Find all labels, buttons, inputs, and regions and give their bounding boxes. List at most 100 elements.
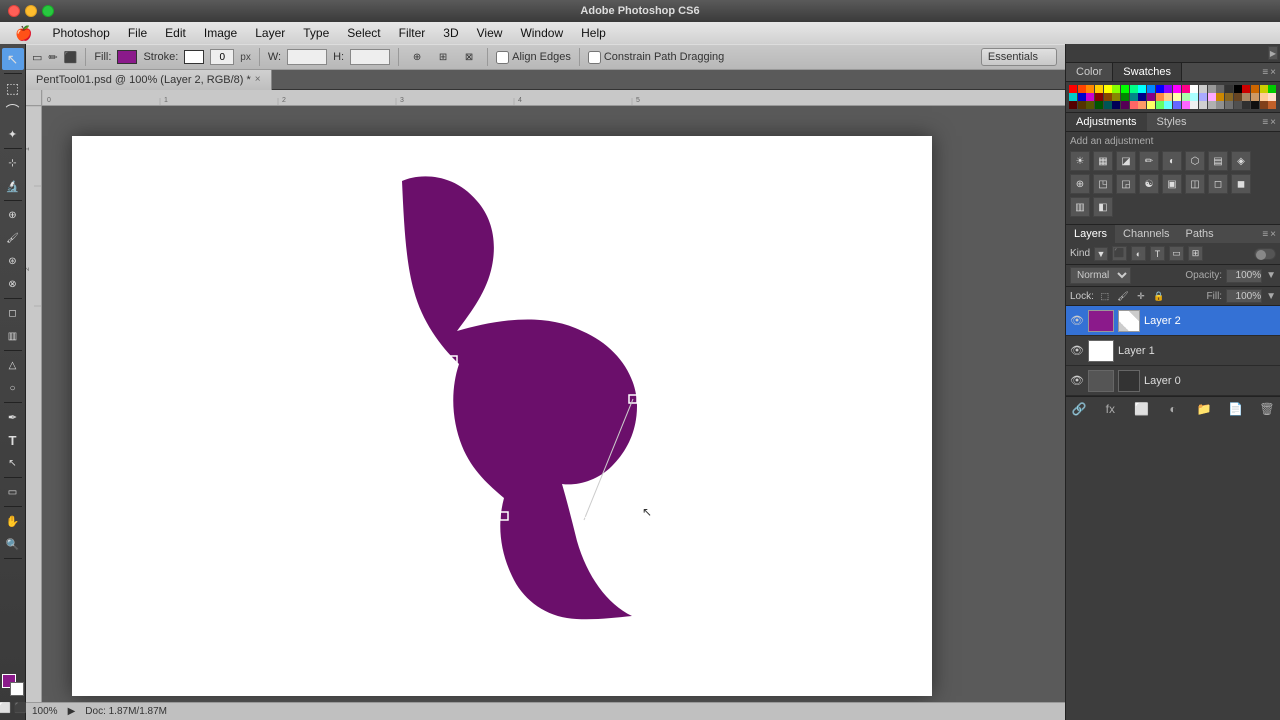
canvas-scroll-area[interactable]: 1 2 xyxy=(26,106,1065,702)
swatch[interactable] xyxy=(1216,93,1224,101)
layer-row-layer2[interactable]: 👁 Layer 2 xyxy=(1066,306,1280,336)
swatch[interactable] xyxy=(1225,93,1233,101)
swatch[interactable] xyxy=(1078,101,1086,109)
std-mode-btn[interactable]: ⬛ xyxy=(14,703,26,714)
swatch[interactable] xyxy=(1234,85,1242,93)
adj-invert[interactable]: ☯ xyxy=(1139,174,1159,194)
swatch[interactable] xyxy=(1190,93,1198,101)
hand-tool[interactable]: ✋ xyxy=(2,510,24,532)
tab-paths[interactable]: Paths xyxy=(1178,225,1222,243)
filter-pixel-btn[interactable]: ⬛ xyxy=(1112,246,1127,261)
document-tab[interactable]: PentTool01.psd @ 100% (Layer 2, RGB/8) *… xyxy=(26,70,272,90)
swatch[interactable] xyxy=(1208,85,1216,93)
stroke-width-input[interactable] xyxy=(210,49,234,65)
swatch[interactable] xyxy=(1156,85,1164,93)
minimize-button[interactable] xyxy=(25,5,37,17)
lock-all-btn[interactable]: 🔒 xyxy=(1152,289,1166,303)
swatch[interactable] xyxy=(1251,101,1259,109)
canvas-document[interactable]: ↖ xyxy=(72,136,932,696)
opacity-input[interactable] xyxy=(1226,269,1262,283)
swatch[interactable] xyxy=(1104,85,1112,93)
fg-bg-color-indicator[interactable] xyxy=(2,674,24,696)
swatch[interactable] xyxy=(1242,93,1250,101)
swatch[interactable] xyxy=(1260,93,1268,101)
fill-dropdown[interactable]: ▼ xyxy=(1266,291,1276,302)
tab-swatches[interactable]: Swatches xyxy=(1113,63,1182,81)
swatch[interactable] xyxy=(1216,101,1224,109)
type-tool[interactable]: T xyxy=(2,429,24,451)
align-edges-checkbox[interactable] xyxy=(496,51,509,64)
delete-layer-btn[interactable]: 🗑 xyxy=(1258,400,1276,418)
swatch[interactable] xyxy=(1251,93,1259,101)
swatch[interactable] xyxy=(1095,93,1103,101)
adj-extra-2[interactable]: ◧ xyxy=(1093,197,1113,217)
constrain-path-check[interactable]: Constrain Path Dragging xyxy=(588,51,724,64)
layer-style-btn[interactable]: fx xyxy=(1101,400,1119,418)
eraser-tool[interactable]: ◻ xyxy=(2,302,24,324)
swatch[interactable] xyxy=(1260,85,1268,93)
layer-row-layer0[interactable]: 👁 Layer 0 xyxy=(1066,366,1280,396)
swatch[interactable] xyxy=(1216,85,1224,93)
tab-layers[interactable]: Layers xyxy=(1066,225,1115,243)
align-edges-check[interactable]: Align Edges xyxy=(496,51,571,64)
swatch[interactable] xyxy=(1208,101,1216,109)
menu-layer[interactable]: Layer xyxy=(247,24,293,42)
filter-smart-btn[interactable]: ⊞ xyxy=(1188,246,1203,261)
swatch[interactable] xyxy=(1130,101,1138,109)
swatch[interactable] xyxy=(1112,93,1120,101)
filter-shape-btn[interactable]: ▭ xyxy=(1169,246,1184,261)
swatch[interactable] xyxy=(1182,101,1190,109)
swatch[interactable] xyxy=(1242,101,1250,109)
layer-visibility-layer2[interactable]: 👁 xyxy=(1070,314,1084,328)
swatch[interactable] xyxy=(1078,85,1086,93)
swatch[interactable] xyxy=(1086,93,1094,101)
swatch[interactable] xyxy=(1156,93,1164,101)
swatch[interactable] xyxy=(1147,85,1155,93)
layer-visibility-layer1[interactable]: 👁 xyxy=(1070,344,1084,358)
adj-gradient-map[interactable]: ◻ xyxy=(1208,174,1228,194)
layer-visibility-layer0[interactable]: 👁 xyxy=(1070,374,1084,388)
swatch[interactable] xyxy=(1182,85,1190,93)
swatch[interactable] xyxy=(1199,85,1207,93)
swatch[interactable] xyxy=(1164,85,1172,93)
blur-tool[interactable]: △ xyxy=(2,354,24,376)
swatch[interactable] xyxy=(1095,85,1103,93)
swatch[interactable] xyxy=(1104,93,1112,101)
lasso-tool[interactable]: ⌒ xyxy=(2,100,24,122)
marquee-tool[interactable]: ⬚ xyxy=(2,77,24,99)
swatch[interactable] xyxy=(1173,101,1181,109)
adj-threshold[interactable]: ◫ xyxy=(1185,174,1205,194)
menu-3d[interactable]: 3D xyxy=(435,24,466,42)
adj-hsl[interactable]: ⬡ xyxy=(1185,151,1205,171)
swatch[interactable] xyxy=(1173,85,1181,93)
panel-collapse-btn[interactable]: × xyxy=(1270,67,1276,78)
menu-edit[interactable]: Edit xyxy=(157,24,194,42)
swatch[interactable] xyxy=(1112,101,1120,109)
pen-tool[interactable]: ✒ xyxy=(2,406,24,428)
canvas-svg[interactable]: ↖ xyxy=(72,136,932,696)
opacity-dropdown[interactable]: ▼ xyxy=(1266,270,1276,281)
menu-file[interactable]: File xyxy=(120,24,155,42)
swatch[interactable] xyxy=(1260,101,1268,109)
swatch[interactable] xyxy=(1190,85,1198,93)
swatch[interactable] xyxy=(1069,93,1077,101)
swatch[interactable] xyxy=(1199,101,1207,109)
swatch[interactable] xyxy=(1242,85,1250,93)
dodge-tool[interactable]: ○ xyxy=(2,377,24,399)
swatch[interactable] xyxy=(1069,101,1077,109)
menu-select[interactable]: Select xyxy=(339,24,388,42)
fill-color-swatch[interactable] xyxy=(117,50,137,64)
canvas-wrapper[interactable]: ↖ xyxy=(42,106,1065,702)
swatch[interactable] xyxy=(1182,93,1190,101)
swatch[interactable] xyxy=(1104,101,1112,109)
close-button[interactable] xyxy=(8,5,20,17)
height-input[interactable] xyxy=(350,49,390,65)
layers-collapse-btn[interactable]: × xyxy=(1270,229,1276,240)
swatch[interactable] xyxy=(1112,85,1120,93)
stroke-color-swatch[interactable] xyxy=(184,50,204,64)
align-icon[interactable]: ⊞ xyxy=(433,47,453,67)
path-select-tool[interactable]: ↖ xyxy=(2,452,24,474)
tool-mode-icon-shape[interactable]: ▭ xyxy=(32,51,42,64)
swatch[interactable] xyxy=(1156,101,1164,109)
adj-exposure[interactable]: ✏ xyxy=(1139,151,1159,171)
